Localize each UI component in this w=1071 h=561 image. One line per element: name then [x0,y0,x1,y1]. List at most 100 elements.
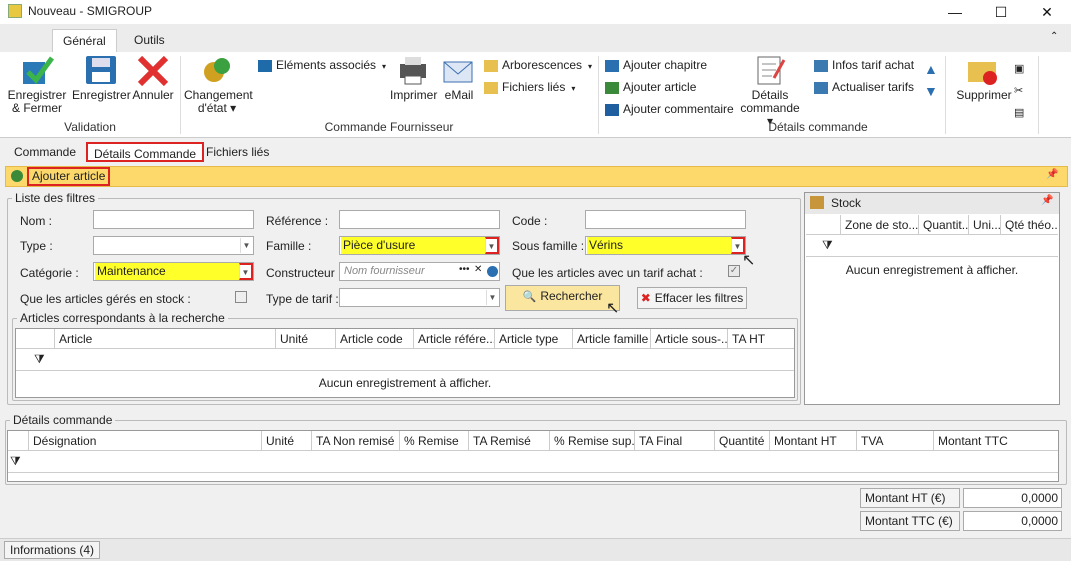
delete-button[interactable]: Supprimer [954,54,1014,102]
article-icon [605,81,619,94]
cart-icon [258,59,272,72]
group-order-details-label: Détails commande [768,120,868,134]
column-header[interactable]: % Remise [399,431,468,451]
update-tariffs-button[interactable]: Actualiser tarifs [814,80,914,94]
minimize-button[interactable]: — [932,0,978,24]
chevron-down-icon[interactable]: ▼ [240,238,252,253]
category-select[interactable]: Maintenance ▼ [93,262,254,281]
column-header[interactable]: Zone de sto... [840,215,918,235]
column-header[interactable]: TA HT [727,329,794,349]
type-select[interactable]: ▼ [93,236,254,255]
column-header[interactable]: Montant HT [769,431,856,451]
tab-details-commande[interactable]: Détails Commande [86,142,205,162]
add-chapter-button[interactable]: Ajouter chapitre [605,58,707,72]
manufacturer-input[interactable]: Nom fournisseur ••• ✕ [339,262,500,281]
save-button[interactable]: Enregistrer [72,54,131,102]
filter-icon[interactable]: ⧩ [10,454,21,469]
move-down-icon[interactable]: ▼ [924,80,938,102]
column-header[interactable]: Article référe... [413,329,494,349]
information-tab[interactable]: Informations (4) [4,541,101,559]
stock-only-checkbox[interactable] [235,291,247,303]
total-ttc-label: Montant TTC (€) [860,511,960,531]
column-header[interactable]: % Remise sup. [549,431,634,451]
add-article-button[interactable]: Ajouter article [27,167,111,186]
category-value: Maintenance [95,263,240,280]
tab-commande[interactable]: Commande [8,142,82,162]
close-button[interactable]: ✕ [1024,0,1070,24]
stock-filter-row[interactable]: ⧩ [806,235,1058,257]
linked-files-button[interactable]: Fichiers liés ▾ [484,80,575,94]
print-button[interactable]: Imprimer [390,54,437,102]
column-header[interactable]: TA Non remisé [311,431,399,451]
subfamily-select[interactable]: Vérins ▼ [585,236,746,255]
trees-button[interactable]: Arborescences ▾ [484,58,592,72]
chevron-down-icon[interactable]: ▼ [239,263,253,280]
move-arrows: ▲ ▼ [924,58,938,102]
ribbon-tabs: Général Outils ⌃ [0,24,1071,52]
column-header[interactable]: Article famille [572,329,650,349]
column-header[interactable]: TA Remisé [468,431,549,451]
add-article-ribbon-button[interactable]: Ajouter article [605,80,696,94]
paste-icon[interactable]: ▤ [1014,102,1024,124]
change-state-button[interactable]: Changement d'état ▾ [184,54,253,115]
column-header[interactable]: Article type [494,329,572,349]
column-header[interactable]: Unité [261,431,311,451]
column-header[interactable]: TA Final [634,431,714,451]
email-icon [443,61,473,83]
pin-icon[interactable]: 📌 [1046,169,1058,180]
column-header[interactable]: Unité [275,329,338,349]
tab-general[interactable]: Général [52,29,117,52]
tariff-type-label: Type de tarif : [266,292,339,306]
column-header[interactable]: Article sous-... [650,329,727,349]
name-input[interactable] [93,210,254,229]
tab-fichiers-lies[interactable]: Fichiers liés [200,142,275,162]
column-header[interactable]: Quantité [714,431,769,451]
search-button[interactable]: 🔍 Rechercher [505,285,620,311]
family-select[interactable]: Pièce d'usure ▼ [339,236,500,255]
clear-icon[interactable]: ✕ [474,264,482,275]
results-filter-row[interactable]: ⧩ [16,349,794,371]
ellipsis-icon[interactable]: ••• [459,264,470,275]
column-header[interactable]: TVA [856,431,933,451]
add-comment-button[interactable]: Ajouter commentaire [605,102,734,116]
tariff-only-checkbox[interactable]: ✓ [728,265,740,277]
pin-icon[interactable]: 📌 [1041,195,1053,206]
stock-only-label: Que les articles gérés en stock : [20,292,191,306]
manufacturer-placeholder: Nom fournisseur [344,265,425,277]
linked-elements-button[interactable]: Eléments associés ▾ [258,58,386,72]
tariff-info-button[interactable]: Infos tarif achat [814,58,914,72]
reference-input[interactable] [339,210,500,229]
code-input[interactable] [585,210,746,229]
app-icon [8,4,22,18]
maximize-button[interactable]: ☐ [978,0,1024,24]
column-header[interactable]: Quantit... [918,215,968,235]
copy-icon[interactable]: ▣ [1014,58,1024,80]
column-header[interactable]: Article [54,329,275,349]
save-close-button[interactable]: Enregistrer & Fermer [6,54,68,115]
column-header[interactable]: Désignation [28,431,266,451]
cut-icon[interactable]: ✂ [1014,80,1024,102]
filter-icon[interactable]: ⧩ [34,352,45,367]
stock-panel: Stock 📌 Zone de sto... Quantit... Uni...… [804,192,1060,405]
filter-icon[interactable]: ⧩ [822,238,833,253]
details-filter-row[interactable]: ⧩ [8,451,1058,473]
cancel-button[interactable]: Annuler [132,54,174,102]
column-header[interactable]: Qté théo... [1000,215,1058,235]
column-header[interactable]: Montant TTC [933,431,1058,451]
go-icon[interactable] [487,266,498,277]
cancel-x-icon [137,55,169,87]
filters-legend: Liste des filtres [15,191,96,205]
move-up-icon[interactable]: ▲ [924,58,938,80]
column-header[interactable]: Uni... [968,215,1000,235]
email-button[interactable]: eMail [440,54,478,102]
chevron-down-icon[interactable]: ▼ [485,237,499,254]
clear-filters-button[interactable]: ✖ Effacer les filtres [637,287,747,309]
column-header[interactable]: Article code [335,329,413,349]
tariff-type-select[interactable]: ▼ [339,288,500,307]
collapse-ribbon-icon[interactable]: ⌃ [1050,31,1058,42]
group-separator [1038,56,1039,134]
chevron-down-icon[interactable]: ▼ [486,290,498,305]
order-details-button[interactable]: Détails commande ▾ [738,54,802,128]
subfamily-value: Vérins [587,237,732,254]
tab-outils[interactable]: Outils [124,29,175,52]
